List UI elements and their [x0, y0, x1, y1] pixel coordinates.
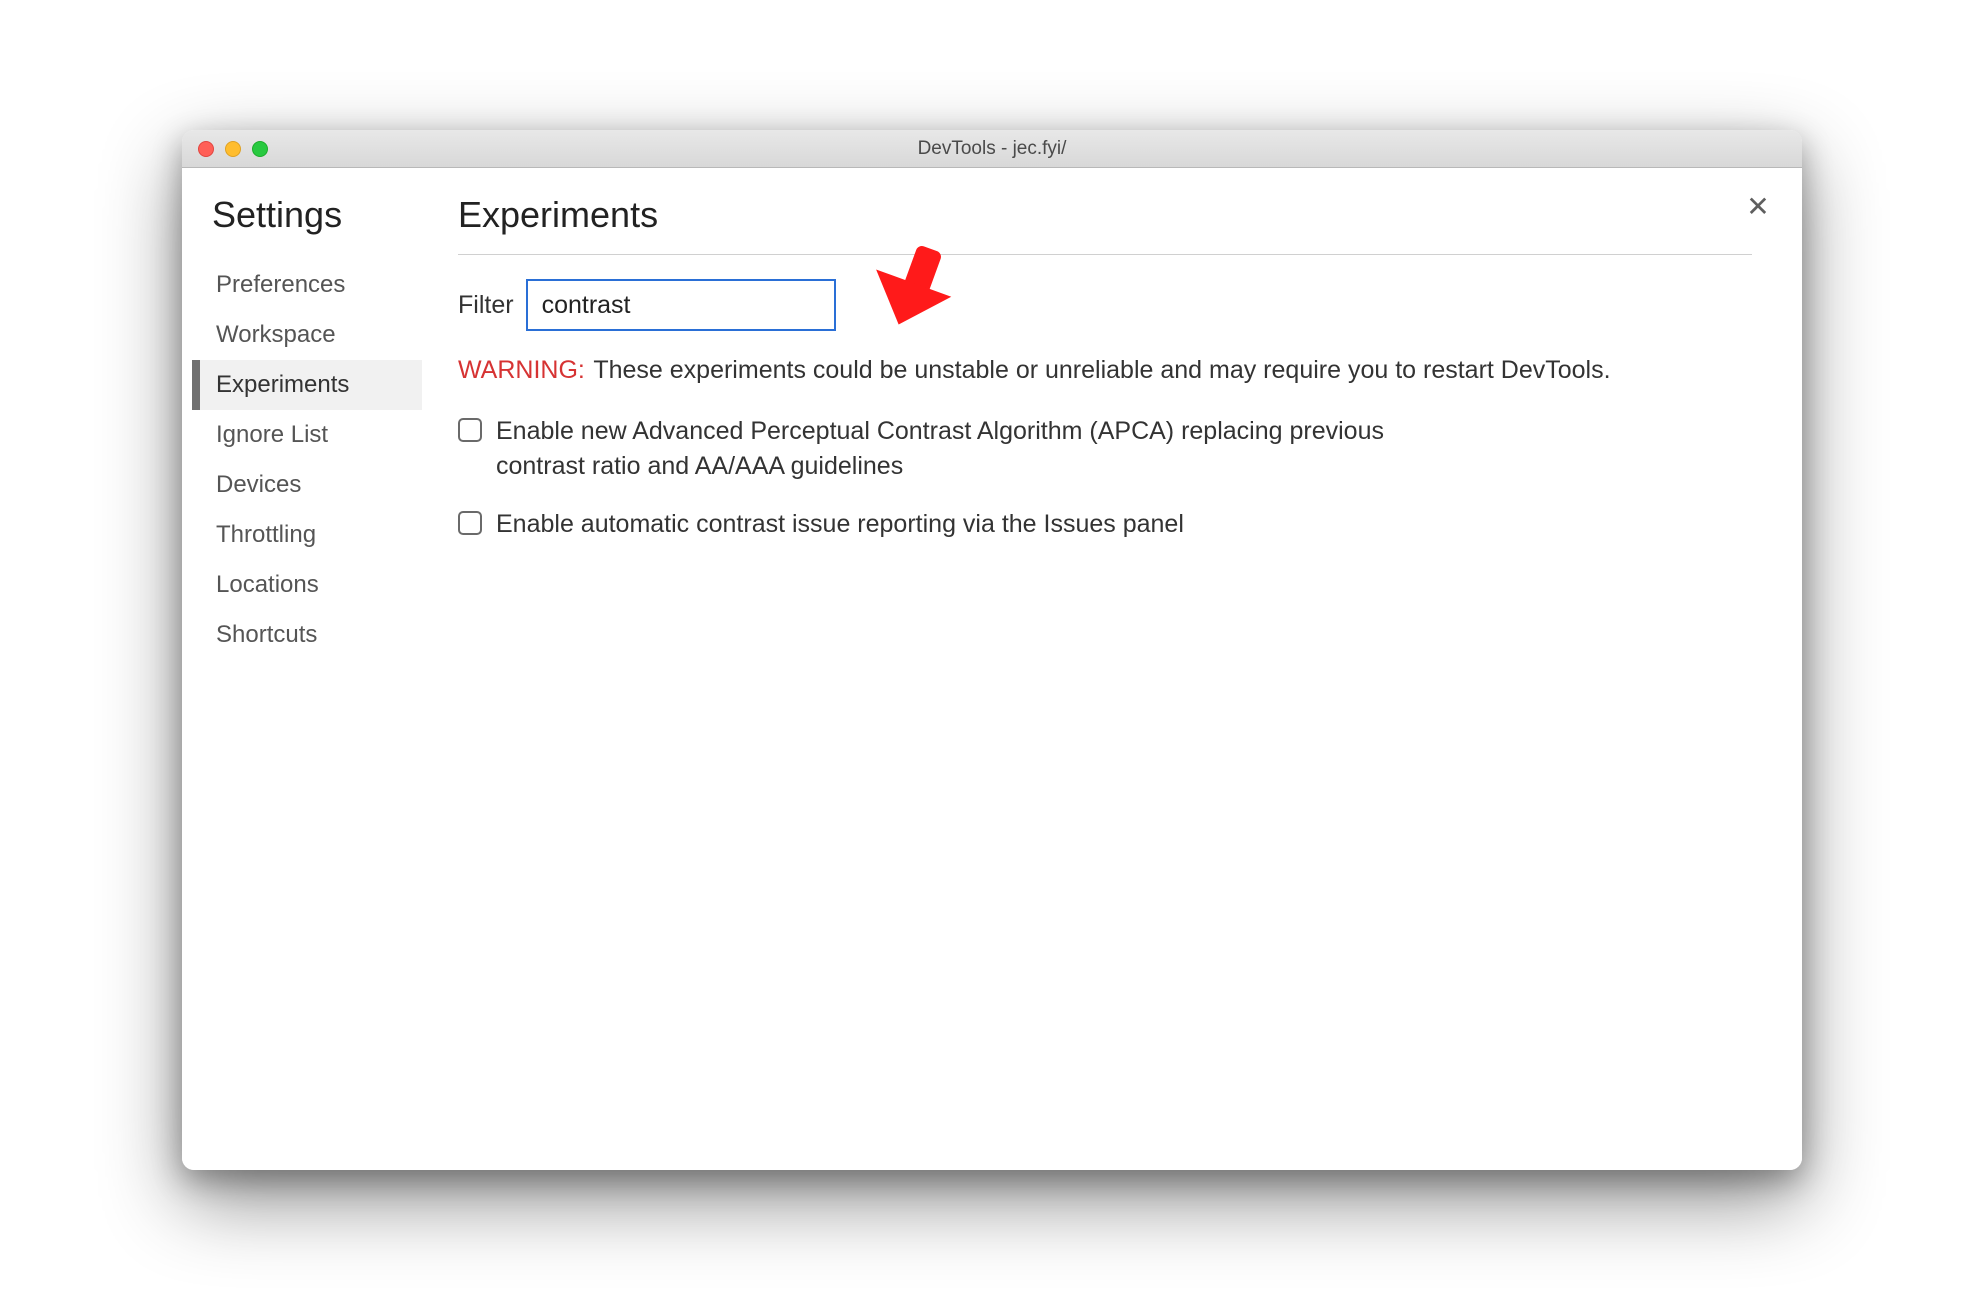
window-close-button[interactable]: [198, 141, 214, 157]
settings-main: Experiments Filter WARNING: These experi…: [422, 168, 1802, 1170]
traffic-lights: [182, 141, 268, 157]
experiment-checkbox-apca[interactable]: [458, 418, 482, 442]
experiment-checkbox-contrast-issue[interactable]: [458, 511, 482, 535]
divider: [458, 254, 1752, 255]
settings-sidebar: Settings Preferences Workspace Experimen…: [182, 168, 422, 1170]
experiment-label: Enable new Advanced Perceptual Contrast …: [496, 414, 1456, 483]
warning-text: WARNING: These experiments could be unst…: [458, 353, 1752, 388]
experiment-label: Enable automatic contrast issue reportin…: [496, 507, 1184, 542]
filter-row: Filter: [458, 279, 1752, 331]
settings-content: ✕ Settings Preferences Workspace Experim…: [182, 168, 1802, 1170]
window-title: DevTools - jec.fyi/: [182, 138, 1802, 160]
sidebar-item-devices[interactable]: Devices: [192, 460, 422, 510]
page-title: Experiments: [458, 194, 1752, 236]
sidebar-item-locations[interactable]: Locations: [192, 560, 422, 610]
arrow-annotation-icon: [858, 235, 968, 335]
sidebar-item-shortcuts[interactable]: Shortcuts: [192, 610, 422, 660]
filter-input[interactable]: [526, 279, 836, 331]
sidebar-item-workspace[interactable]: Workspace: [192, 310, 422, 360]
sidebar-title: Settings: [192, 194, 422, 236]
experiment-item-contrast-issue: Enable automatic contrast issue reportin…: [458, 507, 1752, 542]
window-maximize-button[interactable]: [252, 141, 268, 157]
experiment-item-apca: Enable new Advanced Perceptual Contrast …: [458, 414, 1752, 483]
sidebar-item-experiments[interactable]: Experiments: [192, 360, 422, 410]
sidebar-item-throttling[interactable]: Throttling: [192, 510, 422, 560]
sidebar-item-preferences[interactable]: Preferences: [192, 260, 422, 310]
devtools-window: DevTools - jec.fyi/ ✕ Settings Preferenc…: [182, 130, 1802, 1170]
warning-prefix: WARNING:: [458, 356, 585, 384]
window-titlebar: DevTools - jec.fyi/: [182, 130, 1802, 168]
close-icon: ✕: [1746, 190, 1769, 223]
warning-body: These experiments could be unstable or u…: [593, 356, 1610, 384]
window-minimize-button[interactable]: [225, 141, 241, 157]
sidebar-item-ignore-list[interactable]: Ignore List: [192, 410, 422, 460]
close-settings-button[interactable]: ✕: [1742, 190, 1774, 222]
filter-label: Filter: [458, 291, 514, 320]
